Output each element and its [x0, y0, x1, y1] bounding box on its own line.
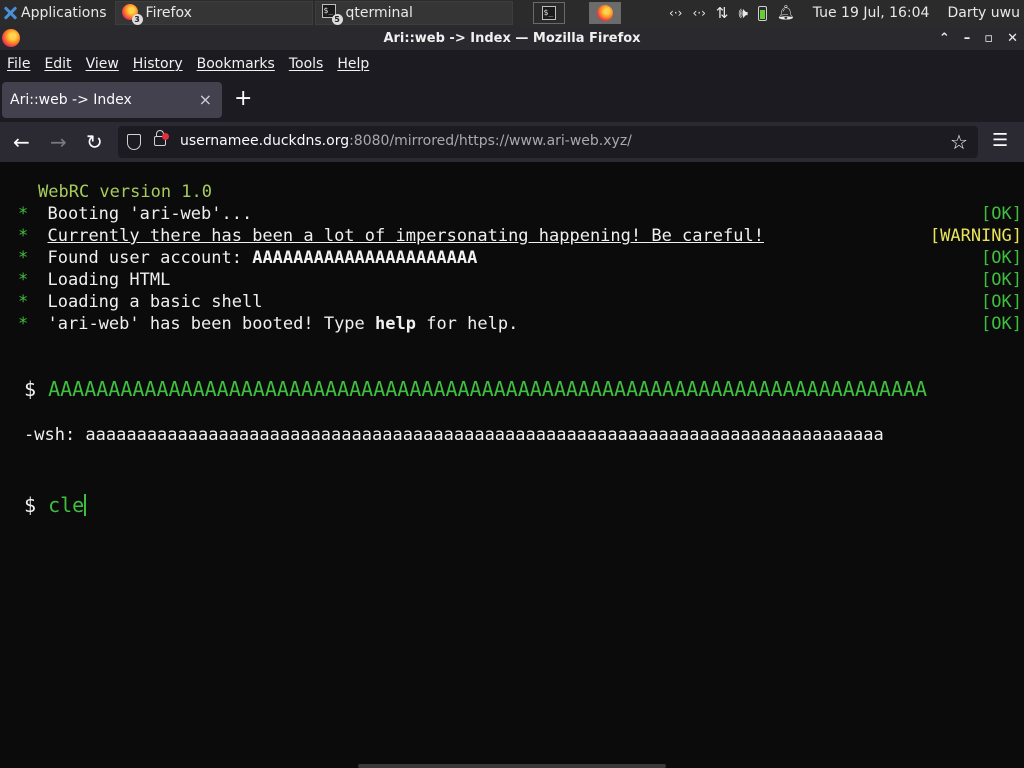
- status-warning: [WARNING]: [929, 226, 1022, 246]
- prompt-symbol: $: [24, 377, 37, 401]
- boot-line: * Loading a basic shell [OK]: [0, 291, 1024, 313]
- clock[interactable]: Tue 19 Jul, 16:04: [813, 5, 930, 21]
- insecure-lock-icon[interactable]: [154, 130, 169, 146]
- boot-line: * Booting 'ari-web'... [OK]: [0, 203, 1024, 225]
- shade-icon[interactable]: ⌃: [939, 31, 950, 46]
- command-input[interactable]: cle: [48, 493, 84, 517]
- taskbar-item-label: qterminal: [345, 5, 413, 21]
- url-bar[interactable]: usernamee.duckdns.org:8080/mirrored/http…: [118, 126, 978, 158]
- bullet: *: [18, 204, 29, 224]
- menu-view[interactable]: View: [86, 56, 119, 72]
- menu-help[interactable]: Help: [337, 56, 369, 72]
- status-ok: [OK]: [981, 248, 1022, 268]
- network-icon[interactable]: ‹·›: [669, 6, 682, 20]
- reload-icon[interactable]: ↻: [86, 130, 103, 154]
- bell-icon[interactable]: 🔔︎: [777, 5, 795, 21]
- command-history-line: $ AAAAAAAAAAAAAAAAAAAAAAAAAAAAAAAAAAAAAA…: [24, 376, 928, 402]
- firefox-icon: [2, 29, 20, 47]
- taskbar-item-firefox[interactable]: 3 Firefox: [114, 1, 313, 25]
- menu-bookmarks[interactable]: Bookmarks: [197, 56, 275, 72]
- workspace-1[interactable]: $_: [532, 2, 565, 24]
- text-cursor: [84, 494, 87, 516]
- bullet: *: [18, 292, 29, 312]
- menu-edit[interactable]: Edit: [44, 56, 71, 72]
- volume-icon[interactable]: 🕪: [738, 4, 747, 22]
- url-host: usernamee.duckdns.org: [180, 133, 350, 149]
- horizontal-scrollbar[interactable]: [358, 764, 666, 768]
- close-tab-icon[interactable]: ×: [199, 90, 212, 109]
- tracking-protection-icon[interactable]: [127, 134, 141, 150]
- firefox-icon: [596, 5, 613, 21]
- applications-label: Applications: [21, 5, 107, 21]
- maximize-icon[interactable]: ▫: [984, 31, 993, 46]
- menu-history[interactable]: History: [133, 56, 183, 72]
- menu-tools[interactable]: Tools: [289, 56, 324, 72]
- command-input-line[interactable]: $ cle: [24, 492, 1024, 518]
- warning-text: Currently there has been a lot of impers…: [47, 226, 764, 246]
- bullet: *: [18, 270, 29, 290]
- url-path: :8080/mirrored/https://www.ari-web.xyz/: [349, 133, 632, 149]
- tab-title: Ari::web -> Index: [10, 92, 132, 108]
- app-menu-icon[interactable]: ☰: [992, 130, 1008, 151]
- boot-line: * Found user account: AAAAAAAAAAAAAAAAAA…: [0, 247, 1024, 269]
- bullet: *: [18, 226, 29, 246]
- boot-line-warning: * Currently there has been a lot of impe…: [0, 225, 1024, 247]
- system-tray: ‹·› ‹·› ⇅ 🕪 🔔︎ Tue 19 Jul, 16:04 Darty u…: [669, 4, 1024, 22]
- workspace-2[interactable]: [588, 2, 621, 24]
- taskbar-item-label: Firefox: [145, 5, 192, 21]
- boot-text: Booting 'ari-web'...: [47, 204, 253, 224]
- terminal-icon: $_: [541, 6, 556, 20]
- help-keyword: help: [375, 314, 416, 334]
- tab-strip: Ari::web -> Index × +: [0, 78, 1024, 122]
- applications-menu[interactable]: Applications: [0, 0, 113, 26]
- boot-text: for help.: [415, 314, 519, 334]
- user-account-name: AAAAAAAAAAAAAAAAAAAAAA: [252, 248, 478, 268]
- user-menu[interactable]: Darty uwu: [947, 5, 1020, 21]
- status-ok: [OK]: [981, 292, 1022, 312]
- window-titlebar[interactable]: Ari::web -> Index — Mozilla Firefox ⌃ – …: [0, 26, 1024, 50]
- status-ok: [OK]: [981, 270, 1022, 290]
- back-icon[interactable]: ←: [13, 130, 30, 154]
- forward-icon[interactable]: →: [50, 130, 67, 154]
- transfer-icon[interactable]: ⇅: [716, 4, 729, 22]
- boot-text: Loading a basic shell: [47, 292, 263, 312]
- battery-icon[interactable]: [757, 5, 767, 21]
- menu-bar: File Edit View History Bookmarks Tools H…: [0, 50, 1024, 78]
- bookmark-star-icon[interactable]: ☆: [950, 130, 968, 154]
- taskbar-item-qterminal[interactable]: $_ 5 qterminal: [314, 1, 513, 25]
- task-count-badge: 5: [331, 14, 343, 25]
- boot-line: * 'ari-web' has been booted! Type help f…: [0, 313, 1024, 335]
- webrc-terminal[interactable]: WebRC version 1.0 * Booting 'ari-web'...…: [0, 162, 1024, 768]
- boot-line: * Loading HTML [OK]: [0, 269, 1024, 291]
- prompt-symbol: $: [24, 493, 37, 517]
- command-text: AAAAAAAAAAAAAAAAAAAAAAAAAAAAAAAAAAAAAAAA…: [48, 377, 928, 401]
- close-icon[interactable]: ✕: [1007, 31, 1018, 46]
- boot-text: 'ari-web' has been booted! Type: [47, 314, 376, 334]
- error-output: -wsh: aaaaaaaaaaaaaaaaaaaaaaaaaaaaaaaaaa…: [24, 425, 884, 445]
- boot-text: Loading HTML: [47, 270, 171, 290]
- boot-text: Found user account:: [47, 248, 253, 268]
- url-text[interactable]: usernamee.duckdns.org:8080/mirrored/http…: [180, 133, 632, 149]
- status-ok: [OK]: [981, 204, 1022, 224]
- minimize-icon[interactable]: –: [964, 31, 971, 46]
- firefox-icon: 3: [121, 4, 143, 25]
- tab-ari-web[interactable]: Ari::web -> Index ×: [2, 82, 222, 118]
- terminal-icon: $_ 5: [321, 4, 343, 25]
- new-tab-button[interactable]: +: [234, 88, 252, 110]
- task-count-badge: 3: [131, 14, 143, 25]
- workspace-switcher: $_: [532, 2, 621, 24]
- network-icon[interactable]: ‹·›: [692, 6, 705, 20]
- version-banner: WebRC version 1.0: [38, 182, 212, 202]
- menu-file[interactable]: File: [7, 56, 30, 72]
- bullet: *: [18, 248, 29, 268]
- window-title: Ari::web -> Index — Mozilla Firefox: [383, 30, 641, 46]
- xfce-logo-icon: [3, 6, 17, 20]
- bullet: *: [18, 314, 29, 334]
- status-ok: [OK]: [981, 314, 1022, 334]
- top-panel: Applications 3 Firefox $_ 5 qterminal $_…: [0, 0, 1024, 26]
- navigation-toolbar: ← → ↻ usernamee.duckdns.org:8080/mirrore…: [0, 122, 1024, 162]
